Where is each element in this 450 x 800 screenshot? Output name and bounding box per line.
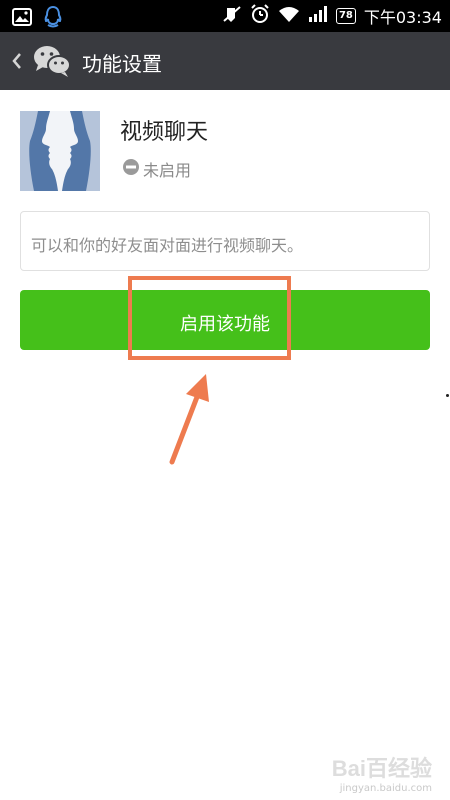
video-chat-icon	[20, 111, 100, 191]
status-text: 未启用	[143, 161, 192, 180]
wechat-icon[interactable]	[32, 44, 72, 78]
page-title: 功能设置	[82, 52, 162, 76]
feature-status: 未启用	[122, 157, 191, 181]
alarm-icon	[250, 4, 270, 28]
stray-dot	[446, 394, 449, 397]
clock: 下午03:34	[363, 8, 442, 27]
watermark-url: jingyan.baidu.com	[339, 783, 432, 794]
mute-icon	[222, 5, 242, 27]
status-bar: 78 下午03:34	[0, 0, 450, 32]
wifi-icon	[278, 5, 300, 27]
title-bar: 功能设置	[0, 32, 450, 90]
chevron-left-icon[interactable]	[10, 51, 24, 71]
annotation-arrow	[169, 374, 209, 465]
watermark-logo: Bai百经验	[331, 756, 432, 781]
watermark: Bai百经验 jingyan.baidu.com	[332, 751, 432, 794]
image-icon	[12, 8, 32, 30]
qq-icon	[44, 5, 62, 32]
disabled-minus-icon	[122, 158, 140, 180]
feature-name: 视频聊天	[120, 120, 209, 145]
highlight-box	[128, 276, 291, 360]
description-card: 可以和你的好友面对面进行视频聊天。	[20, 211, 430, 271]
battery-icon: 78	[335, 8, 356, 24]
feature-description: 可以和你的好友面对面进行视频聊天。	[31, 236, 304, 255]
signal-icon	[308, 5, 328, 27]
